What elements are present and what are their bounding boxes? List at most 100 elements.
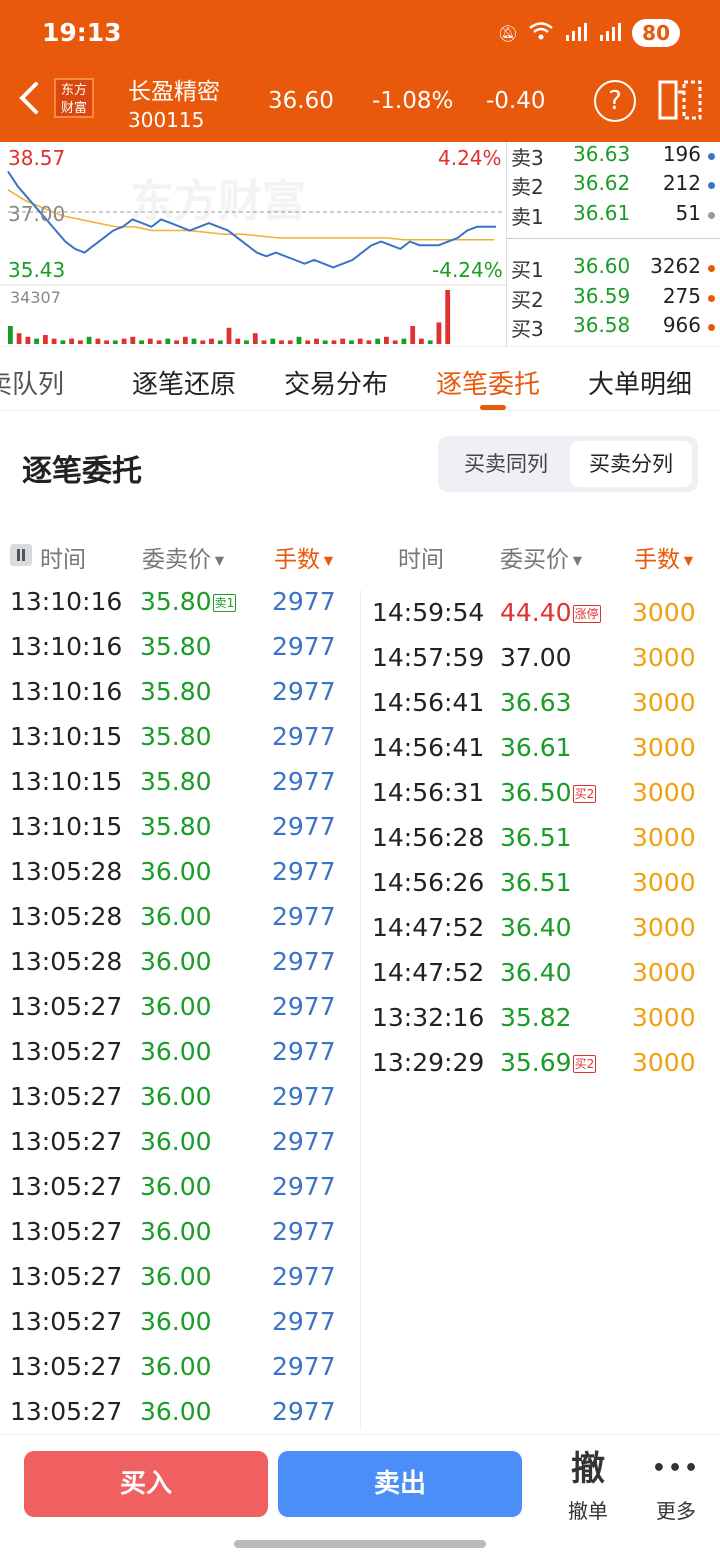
order-book: 卖3 36.63 196 卖2 36.62 212 卖1 36.61 51 买1… bbox=[506, 142, 720, 346]
right-price-header[interactable]: 委买价 ▼ bbox=[500, 540, 582, 574]
logo-line1: 东方 bbox=[60, 83, 87, 98]
sort-down-icon: ▼ bbox=[569, 553, 583, 568]
buy-order-row: 14:47:52 36.40 3000 bbox=[372, 958, 712, 1002]
order-price-value: 36.51 bbox=[500, 823, 572, 852]
order-volume: 2977 bbox=[272, 722, 336, 751]
home-indicator[interactable] bbox=[234, 1540, 486, 1548]
sell-order-row: 13:05:27 36.00 2977 bbox=[10, 1172, 350, 1216]
order-price: 36.40 bbox=[500, 958, 572, 987]
orderbook-price: 36.58 bbox=[573, 313, 631, 337]
tab-sell-queue[interactable]: 卖队列 bbox=[0, 364, 64, 401]
order-volume: 2977 bbox=[272, 1397, 336, 1426]
volume-bar bbox=[366, 340, 372, 344]
order-volume: 3000 bbox=[632, 1003, 696, 1032]
orderbook-volume: 51 bbox=[675, 201, 701, 225]
order-time: 13:10:15 bbox=[10, 812, 123, 841]
order-volume: 2977 bbox=[272, 857, 336, 886]
volume-bar bbox=[130, 336, 136, 344]
detail-tabs: 卖队列 逐笔还原 交易分布 逐笔委托 大单明细 bbox=[0, 348, 720, 411]
order-price-value: 36.00 bbox=[140, 902, 212, 931]
order-price-value: 36.51 bbox=[500, 868, 572, 897]
orderbook-dot bbox=[708, 212, 715, 219]
order-price-value: 35.80 bbox=[140, 632, 212, 661]
order-volume: 3000 bbox=[632, 958, 696, 987]
orderbook-row[interactable]: 卖1 36.61 51 bbox=[507, 201, 720, 231]
order-price-value: 36.63 bbox=[500, 688, 572, 717]
order-price: 36.00 bbox=[140, 1082, 212, 1111]
order-price-value: 35.80 bbox=[140, 812, 212, 841]
tab-large-orders[interactable]: 大单明细 bbox=[588, 364, 692, 401]
volume-bar bbox=[375, 338, 381, 344]
order-price-value: 36.40 bbox=[500, 913, 572, 942]
orderbook-row[interactable]: 卖2 36.62 212 bbox=[507, 171, 720, 201]
order-time: 13:05:27 bbox=[10, 1352, 123, 1381]
sell-order-row: 13:10:15 35.80 2977 bbox=[10, 767, 350, 811]
tab-tick-orders[interactable]: 逐笔委托 bbox=[436, 364, 540, 401]
change-percent: -1.08% bbox=[372, 88, 454, 114]
right-volume-header[interactable]: 手数 ▼ bbox=[634, 540, 693, 574]
orderbook-row[interactable]: 买2 36.59 275 bbox=[507, 284, 720, 314]
order-volume: 2977 bbox=[272, 992, 336, 1021]
sell-order-row: 13:05:28 36.00 2977 bbox=[10, 857, 350, 901]
sell-order-row: 13:10:16 35.80 卖1 2977 bbox=[10, 587, 350, 631]
more-button[interactable]: ••• 更多 bbox=[646, 1447, 706, 1524]
pause-icon[interactable] bbox=[10, 544, 32, 566]
switch-layout-icon[interactable] bbox=[658, 78, 702, 122]
volume-bar bbox=[43, 335, 48, 344]
cancel-order-button[interactable]: 撤 撤单 bbox=[558, 1447, 618, 1524]
order-time: 13:05:27 bbox=[10, 1082, 123, 1111]
sell-button[interactable]: 卖出 bbox=[278, 1451, 522, 1517]
orderbook-label: 卖1 bbox=[511, 205, 544, 229]
volume-bar bbox=[279, 340, 284, 344]
order-price: 36.63 bbox=[500, 688, 572, 717]
view-toggle: 买卖同列 买卖分列 bbox=[438, 436, 698, 492]
tab-tick-restore[interactable]: 逐笔还原 bbox=[132, 364, 236, 401]
order-price-value: 36.40 bbox=[500, 958, 572, 987]
volume-bar bbox=[51, 338, 57, 344]
orderbook-row[interactable]: 买3 36.58 966 bbox=[507, 313, 720, 343]
order-time: 13:32:16 bbox=[372, 1003, 485, 1032]
order-volume: 2977 bbox=[272, 1352, 336, 1381]
orderbook-volume: 275 bbox=[662, 284, 701, 308]
chart-canvas: 东方财富 bbox=[0, 170, 506, 344]
chart-low-price: 35.43 bbox=[8, 258, 66, 282]
order-time: 13:10:15 bbox=[10, 722, 123, 751]
order-time: 13:05:28 bbox=[10, 947, 123, 976]
order-price: 36.00 bbox=[140, 1262, 212, 1291]
order-price-value: 36.00 bbox=[140, 1082, 212, 1111]
help-icon[interactable]: ? bbox=[594, 80, 636, 122]
volume-bar bbox=[314, 338, 319, 344]
orderbook-row[interactable]: 卖3 36.63 196 bbox=[507, 142, 720, 172]
buy-order-row: 14:56:41 36.61 3000 bbox=[372, 733, 712, 777]
tab-trade-distribution[interactable]: 交易分布 bbox=[284, 364, 388, 401]
buy-button[interactable]: 买入 bbox=[24, 1451, 268, 1517]
orderbook-row[interactable]: 买1 36.60 3262 bbox=[507, 254, 720, 284]
order-price: 35.80 bbox=[140, 722, 212, 751]
orderbook-price: 36.59 bbox=[573, 284, 631, 308]
back-icon[interactable] bbox=[14, 78, 46, 118]
app-logo: 东方 财富 bbox=[54, 78, 94, 118]
orderbook-dot bbox=[708, 182, 715, 189]
order-price: 36.00 bbox=[140, 1352, 212, 1381]
sell-order-row: 13:05:28 36.00 2977 bbox=[10, 947, 350, 991]
orderbook-volume: 212 bbox=[662, 171, 701, 195]
order-volume: 2977 bbox=[272, 947, 336, 976]
order-time: 13:05:28 bbox=[10, 902, 123, 931]
order-price: 37.00 bbox=[500, 643, 572, 672]
order-volume: 2977 bbox=[272, 632, 336, 661]
toggle-split-column[interactable]: 买卖分列 bbox=[570, 441, 692, 487]
volume-bar bbox=[392, 340, 398, 344]
orderbook-label: 卖3 bbox=[511, 146, 544, 170]
order-time: 13:10:16 bbox=[10, 632, 123, 661]
orderbook-dot bbox=[708, 265, 715, 272]
buy-order-row: 13:29:29 35.69 买2 3000 bbox=[372, 1048, 712, 1092]
chart-high-price: 38.57 bbox=[8, 146, 66, 170]
left-time-header: 时间 bbox=[40, 547, 86, 573]
toggle-same-column[interactable]: 买卖同列 bbox=[444, 441, 568, 487]
left-price-header[interactable]: 委卖价 ▼ bbox=[142, 540, 224, 574]
left-volume-header[interactable]: 手数 ▼ bbox=[274, 540, 333, 574]
volume-bar bbox=[78, 340, 83, 344]
order-time: 14:56:31 bbox=[372, 778, 485, 807]
order-volume: 3000 bbox=[632, 688, 696, 717]
order-volume: 2977 bbox=[272, 902, 336, 931]
